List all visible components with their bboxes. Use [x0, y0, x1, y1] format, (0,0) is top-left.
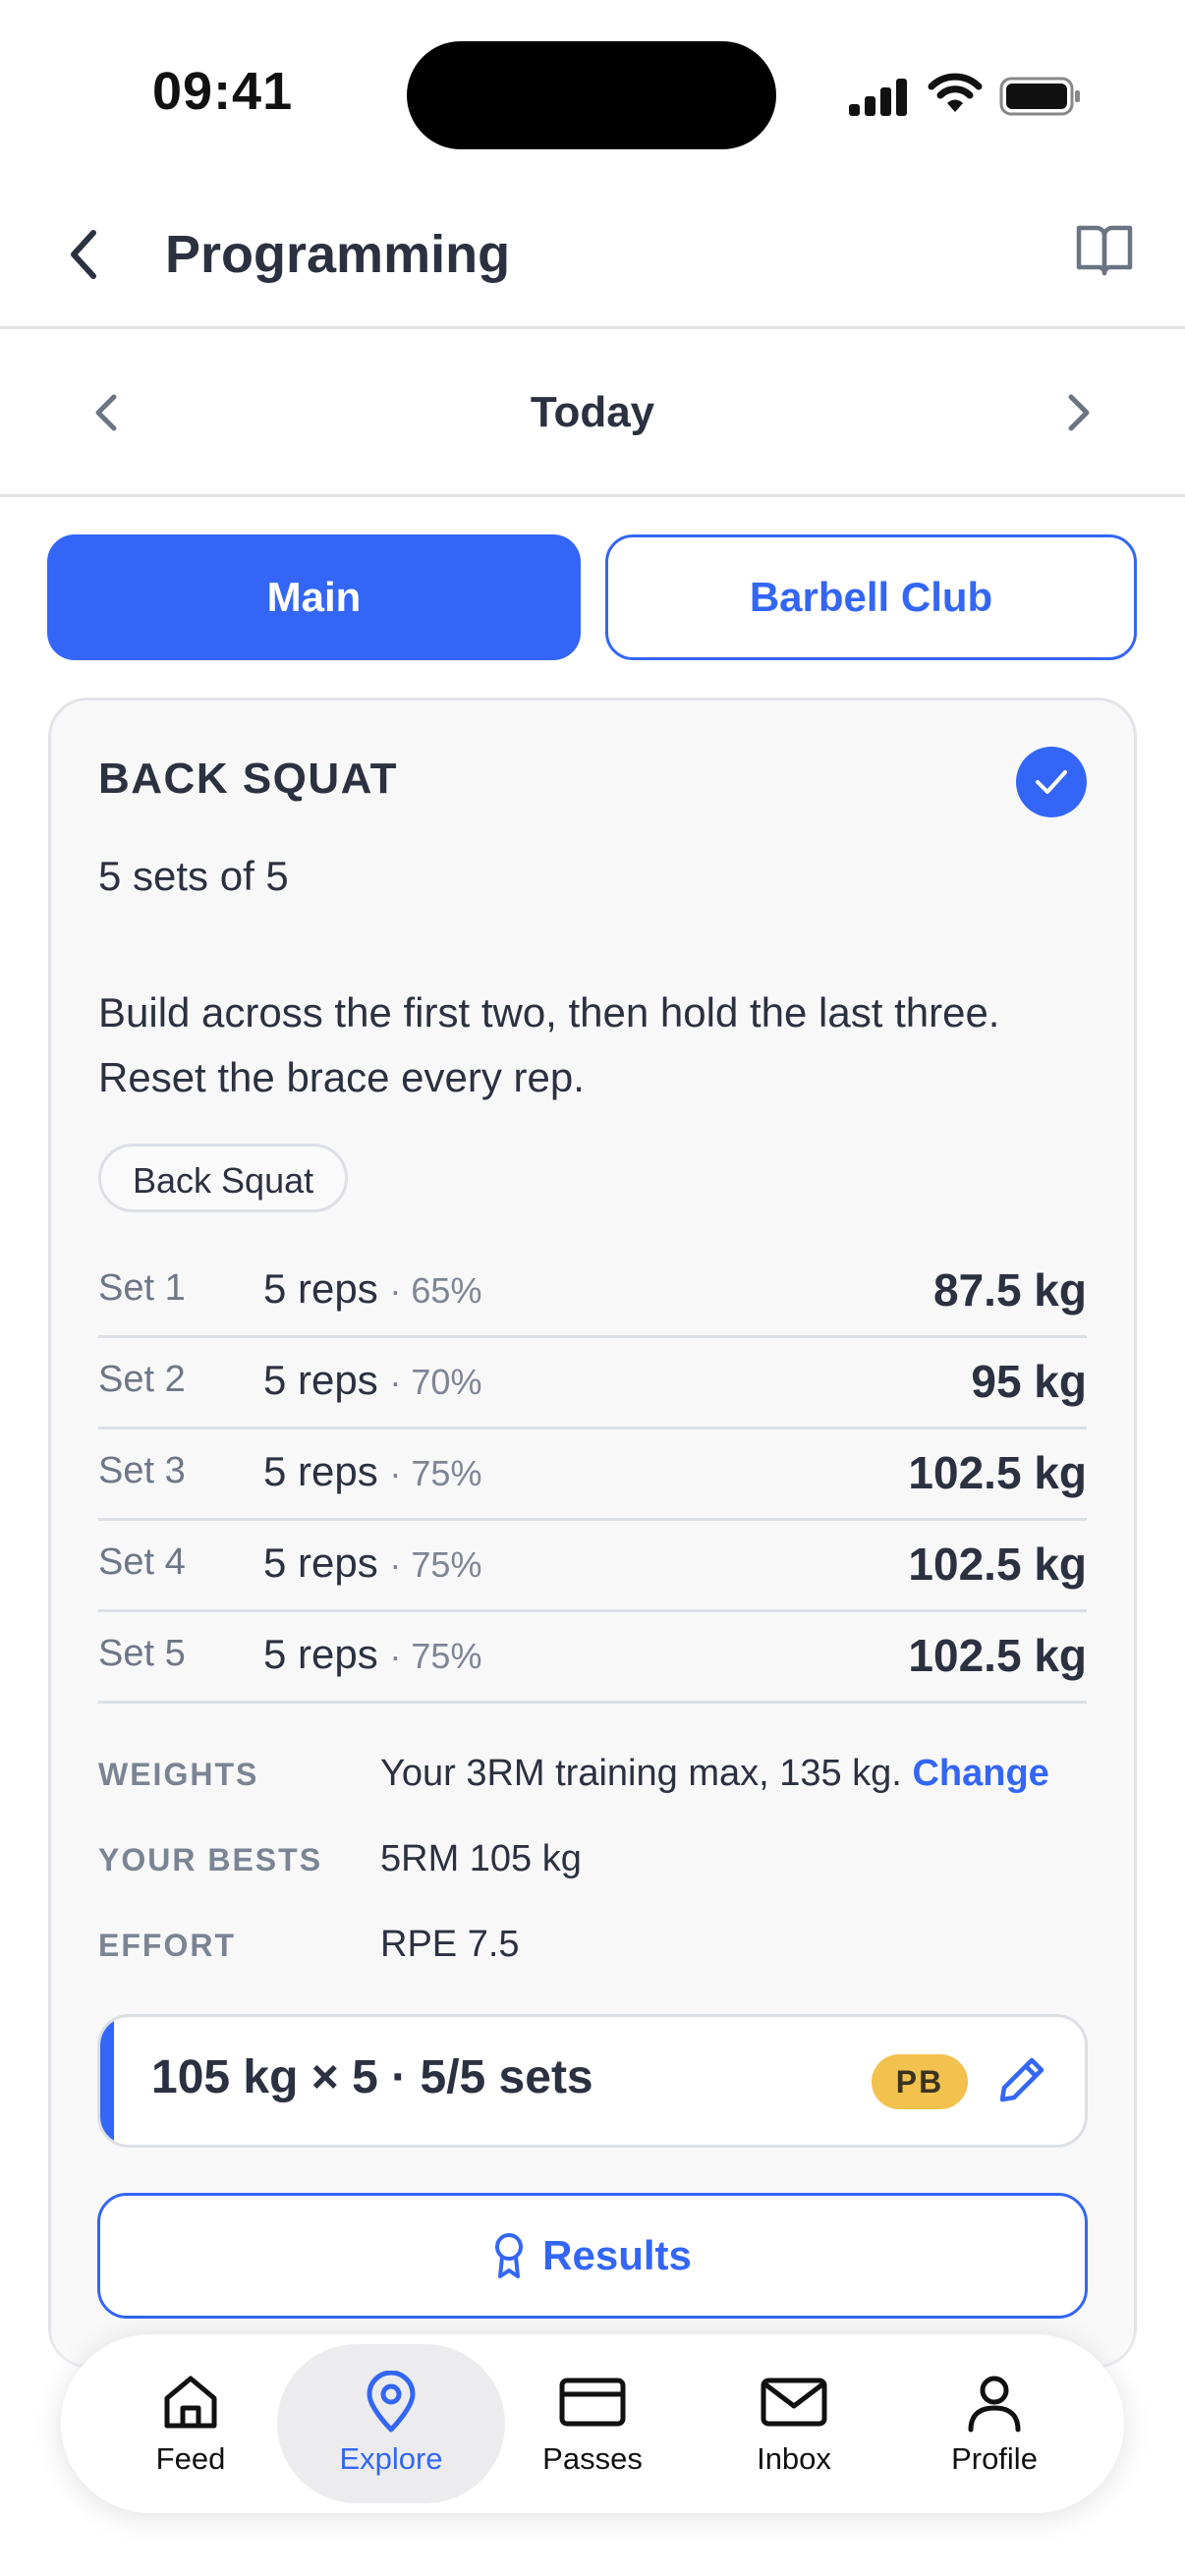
- set-percentage: · 75%: [389, 1453, 482, 1493]
- result-summary: 105 kg × 5 · 5/5 sets: [151, 2051, 593, 2103]
- dynamic-island: [407, 41, 776, 149]
- nav-item-passes[interactable]: Passes: [479, 2344, 706, 2503]
- nav-label: Explore: [339, 2441, 443, 2476]
- results-button-label: Results: [542, 2232, 692, 2278]
- user-icon: [968, 2376, 1021, 2433]
- set-reps: 5 reps · 75%: [263, 1448, 482, 1494]
- nav-label: Feed: [155, 2441, 226, 2476]
- set-percentage: · 65%: [389, 1270, 482, 1311]
- set-weight: 102.5 kg: [908, 1447, 1087, 1498]
- day-label: Today: [530, 388, 655, 436]
- set-weight: 102.5 kg: [908, 1539, 1087, 1590]
- nav-label: Passes: [542, 2441, 643, 2476]
- tab-main[interactable]: Main: [47, 534, 581, 660]
- wifi-icon: [928, 73, 983, 112]
- set-name: Set 2: [98, 1359, 186, 1400]
- bests-label: YOUR BESTS: [98, 1842, 323, 1877]
- set-reps: 5 reps · 75%: [263, 1631, 482, 1677]
- nav-item-profile[interactable]: Profile: [880, 2344, 1108, 2503]
- weights-label: WEIGHTS: [98, 1757, 259, 1792]
- set-row: Set 5 5 reps · 75% 102.5 kg: [98, 1613, 1087, 1704]
- set-row: Set 3 5 reps · 75% 102.5 kg: [98, 1430, 1087, 1521]
- header-divider: [0, 326, 1185, 329]
- set-reps: 5 reps · 75%: [263, 1540, 482, 1586]
- effort-label: EFFORT: [98, 1928, 236, 1963]
- exercise-title: BACK SQUAT: [98, 755, 399, 803]
- set-name: Set 5: [98, 1633, 186, 1674]
- checkmark-icon: [1036, 770, 1067, 794]
- nav-label: Profile: [951, 2441, 1038, 2476]
- set-name: Set 4: [98, 1541, 186, 1583]
- effort-value: RPE 7.5: [380, 1924, 520, 1965]
- set-row: Set 2 5 reps · 70% 95 kg: [98, 1339, 1087, 1429]
- cellular-signal-icon: [849, 79, 907, 116]
- back-button[interactable]: [54, 220, 113, 289]
- set-scheme: 5 sets of 5: [98, 853, 289, 899]
- set-percentage: · 75%: [389, 1544, 482, 1585]
- set-weight: 102.5 kg: [908, 1630, 1087, 1681]
- set-reps: 5 reps · 65%: [263, 1265, 482, 1312]
- bests-value: 5RM 105 kg: [380, 1838, 582, 1879]
- set-row: Set 4 5 reps · 75% 102.5 kg: [98, 1522, 1087, 1612]
- coach-note: Build across the first two, then hold th…: [98, 989, 1000, 1100]
- card-icon: [559, 2378, 626, 2427]
- pb-badge: PB: [872, 2054, 968, 2109]
- set-name: Set 3: [98, 1450, 186, 1491]
- home-icon: [164, 2376, 217, 2429]
- set-percentage: · 75%: [389, 1636, 482, 1676]
- page-title: Programming: [165, 225, 511, 284]
- set-name: Set 1: [98, 1267, 186, 1309]
- logged-result[interactable]: 105 kg × 5 · 5/5 sets PB: [97, 2014, 1088, 2148]
- result-accent-bar: [100, 2017, 114, 2145]
- battery-icon: [999, 77, 1080, 116]
- completed-toggle[interactable]: [1016, 747, 1087, 817]
- nav-item-explore[interactable]: Explore: [277, 2344, 505, 2503]
- set-percentage: · 70%: [389, 1362, 482, 1402]
- tab-barbell-club[interactable]: Barbell Club: [605, 534, 1137, 660]
- movement-tag[interactable]: Back Squat: [98, 1144, 349, 1212]
- weights-value: Your 3RM training max, 135 kg. Change: [380, 1753, 1049, 1794]
- set-weight: 87.5 kg: [933, 1264, 1087, 1316]
- set-reps: 5 reps · 70%: [263, 1357, 482, 1403]
- set-weight: 95 kg: [971, 1356, 1087, 1407]
- nav-label: Inbox: [757, 2441, 831, 2476]
- nav-item-inbox[interactable]: Inbox: [680, 2344, 908, 2503]
- mail-icon: [761, 2378, 827, 2427]
- book-icon[interactable]: [1075, 222, 1134, 277]
- bottom-nav: Feed Explore Passes Inbox Profile: [61, 2334, 1124, 2513]
- map-pin-icon: [367, 2371, 416, 2433]
- award-icon: [495, 2233, 524, 2278]
- nav-item-feed[interactable]: Feed: [77, 2344, 305, 2503]
- pencil-icon[interactable]: [994, 2052, 1049, 2107]
- set-row: Set 1 5 reps · 65% 87.5 kg: [98, 1248, 1087, 1338]
- day-nav-divider: [0, 494, 1185, 497]
- status-time: 09:41: [152, 62, 294, 121]
- change-training-max-link[interactable]: Change: [912, 1753, 1048, 1794]
- results-button[interactable]: Results: [97, 2193, 1088, 2319]
- chevron-left-icon: [71, 230, 96, 279]
- next-day-button[interactable]: [1061, 383, 1097, 442]
